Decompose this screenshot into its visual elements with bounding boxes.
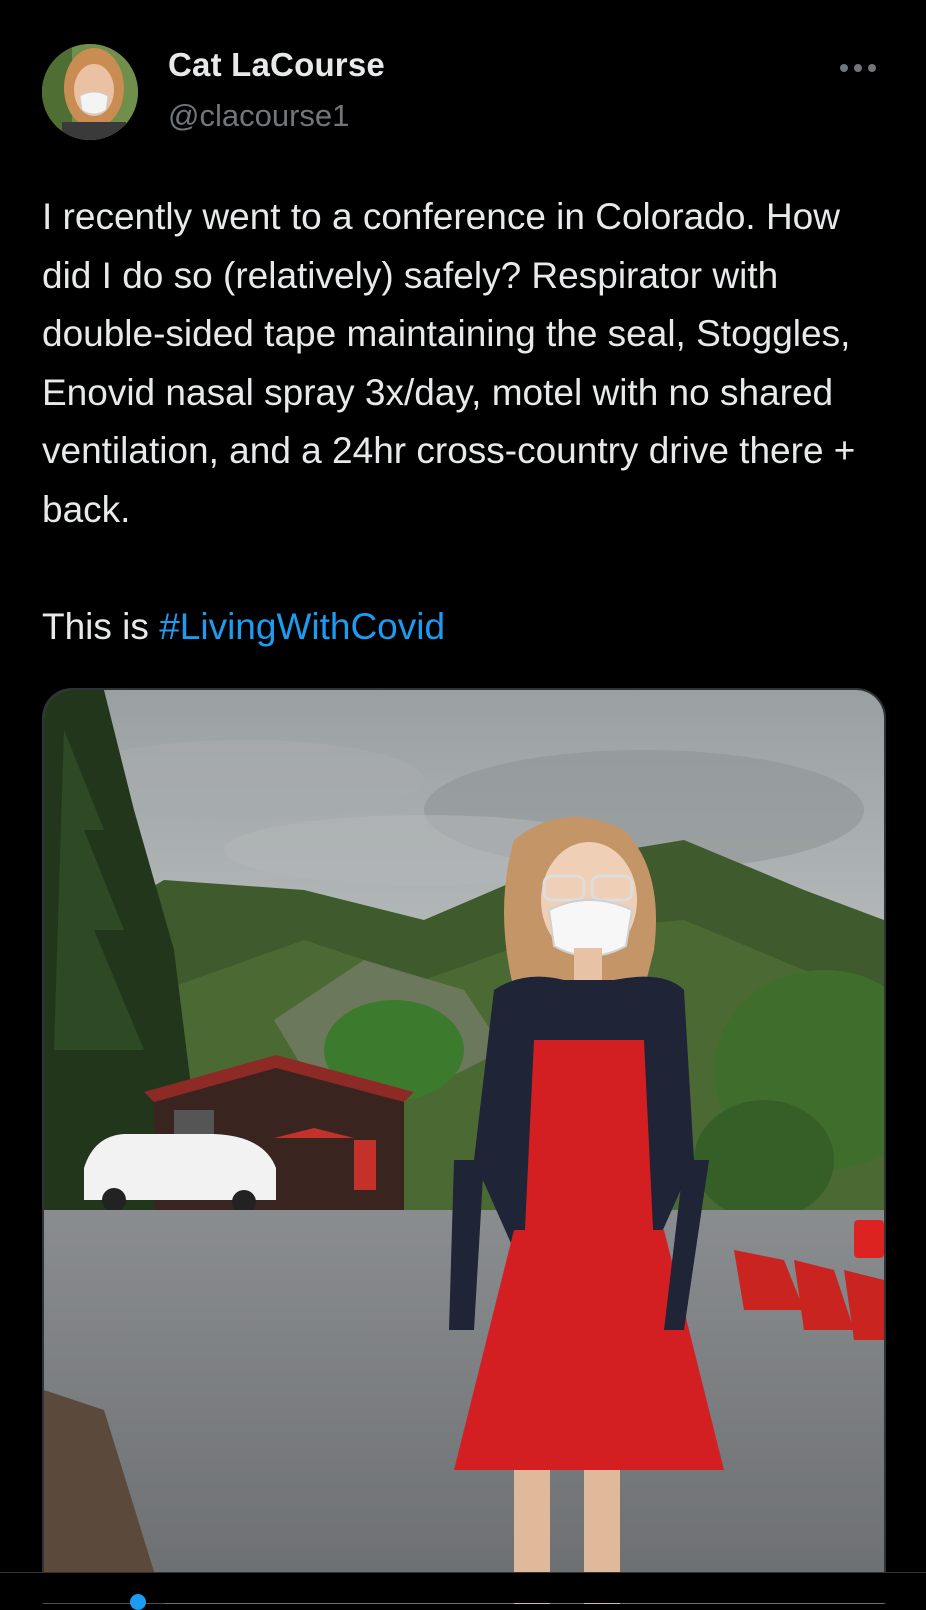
more-options-button[interactable] bbox=[836, 54, 884, 86]
author-name[interactable]: Cat LaCourse bbox=[168, 46, 385, 84]
notification-dot bbox=[130, 1594, 146, 1610]
avatar[interactable] bbox=[42, 44, 138, 140]
more-horizontal-icon bbox=[840, 64, 876, 72]
tweet-photo[interactable] bbox=[42, 688, 886, 1604]
tweet-text: I recently went to a conference in Color… bbox=[42, 196, 866, 530]
tweet-closing-line: This is #LivingWithCovid bbox=[42, 598, 445, 657]
hashtag-link[interactable]: #LivingWithCovid bbox=[159, 606, 445, 647]
tweet: Cat LaCourse @clacourse1 I recently went… bbox=[0, 0, 926, 1610]
author-handle[interactable]: @clacourse1 bbox=[168, 98, 349, 134]
photo-woman-in-red-dress bbox=[44, 690, 884, 1604]
tweet-closing-prefix: This is bbox=[42, 606, 160, 647]
